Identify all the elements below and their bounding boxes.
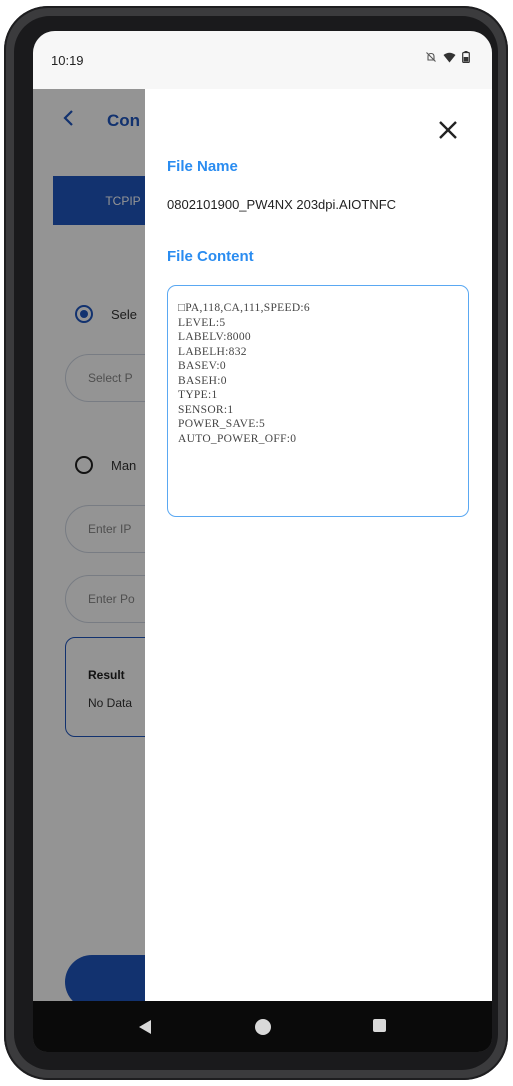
wifi-icon <box>443 52 456 62</box>
notifications-off-icon <box>426 52 436 62</box>
nav-recents-icon[interactable] <box>373 1019 386 1032</box>
status-bar: 10:19 <box>33 31 492 89</box>
nav-back-icon[interactable] <box>138 1019 152 1035</box>
battery-icon <box>462 51 470 63</box>
file-content-text: □PA,118,CA,111,SPEED:6 LEVEL:5 LABELV:80… <box>178 302 310 445</box>
device-screen: 10:19 Con TCPIP Sele Select P Man Enter … <box>33 31 492 1052</box>
file-content-label: File Content <box>167 248 254 265</box>
close-icon[interactable] <box>435 117 461 143</box>
status-icons <box>425 51 470 63</box>
nav-home-icon[interactable] <box>255 1019 271 1035</box>
status-time: 10:19 <box>51 53 84 68</box>
file-detail-drawer: File Name 0802101900_PW4NX 203dpi.AIOTNF… <box>145 89 492 1001</box>
navigation-bar <box>33 1001 492 1052</box>
file-content-box[interactable]: □PA,118,CA,111,SPEED:6 LEVEL:5 LABELV:80… <box>167 285 469 517</box>
file-name-value: 0802101900_PW4NX 203dpi.AIOTNFC <box>167 197 397 212</box>
file-name-label: File Name <box>167 158 238 175</box>
